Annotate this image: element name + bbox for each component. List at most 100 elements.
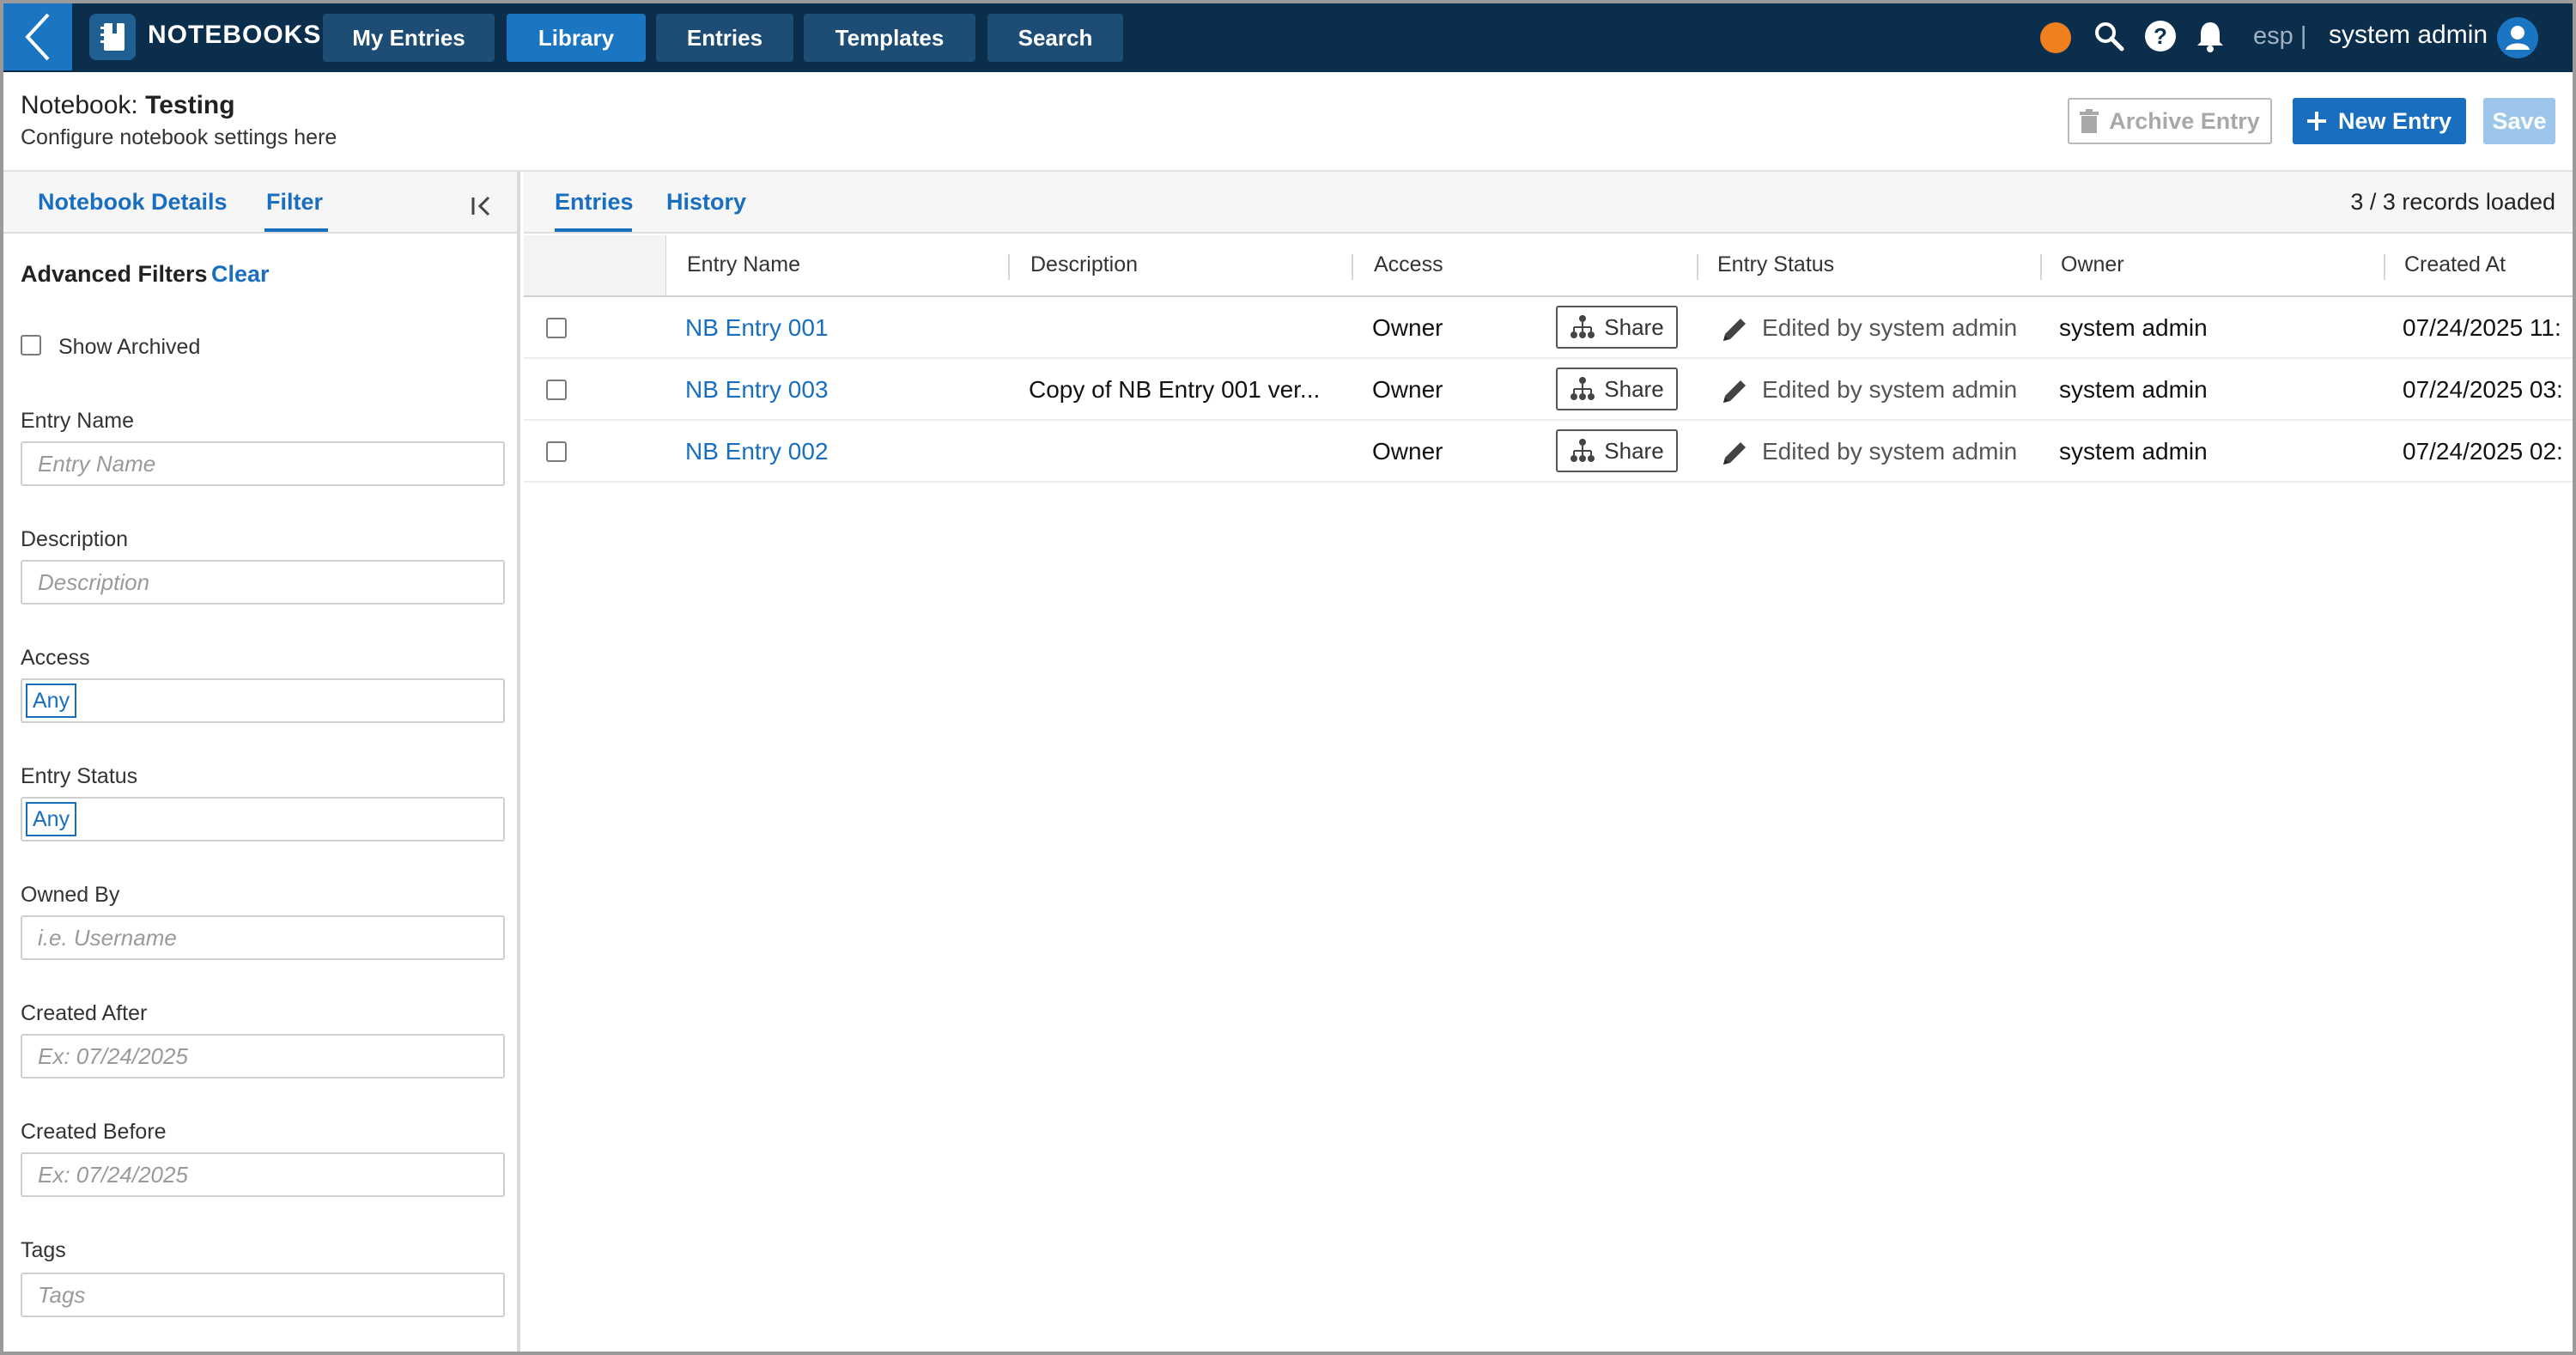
- column-separator[interactable]: [1352, 254, 1353, 280]
- active-tab-indicator: [264, 228, 328, 232]
- access-label: Access: [21, 646, 90, 670]
- new-entry-label: New Entry: [2337, 107, 2452, 134]
- created-before-label: Created Before: [21, 1120, 167, 1144]
- entry-name-link[interactable]: NB Entry 003: [685, 376, 829, 404]
- column-header-created-at[interactable]: Created At: [2404, 252, 2506, 277]
- column-header-entry-name[interactable]: Entry Name: [687, 252, 800, 277]
- svg-text:?: ?: [2154, 23, 2167, 49]
- entry-status: Edited by system admin: [1762, 314, 2018, 341]
- share-button[interactable]: Share: [1556, 368, 1678, 410]
- table-row[interactable]: NB Entry 002 Owner Share Edited by syste…: [524, 421, 2573, 483]
- pencil-icon: [1717, 313, 1752, 347]
- archive-entry-button[interactable]: Archive Entry: [2068, 98, 2272, 144]
- row-checkbox[interactable]: [546, 380, 567, 400]
- entry-access: Owner: [1372, 314, 1443, 341]
- nav-tab-my-entries[interactable]: My Entries: [323, 14, 495, 62]
- show-archived-checkbox[interactable]: [21, 335, 41, 355]
- tags-label: Tags: [21, 1238, 66, 1262]
- entry-name-link[interactable]: NB Entry 001: [685, 314, 829, 342]
- created-after-label: Created After: [21, 1001, 148, 1025]
- column-header-description[interactable]: Description: [1030, 252, 1138, 277]
- entry-status-label: Entry Status: [21, 764, 138, 788]
- language-switch[interactable]: esp |: [2253, 22, 2306, 51]
- window-frame: [2573, 0, 2576, 1355]
- user-name[interactable]: system admin: [2329, 21, 2488, 50]
- access-any-chip[interactable]: Any: [26, 684, 77, 718]
- entry-created-at: 07/24/2025 11:: [2403, 314, 2561, 341]
- created-after-input[interactable]: [21, 1034, 505, 1079]
- top-navigation-bar: NOTEBOOKS My Entries Library Entries Tem…: [0, 0, 2576, 72]
- page-subtitle: Configure notebook settings here: [21, 125, 337, 149]
- owned-by-label: Owned By: [21, 883, 120, 907]
- share-hierarchy-icon: [1571, 315, 1595, 338]
- save-button[interactable]: Save: [2483, 98, 2555, 144]
- back-button[interactable]: [3, 3, 72, 70]
- entry-name-link[interactable]: NB Entry 002: [685, 438, 829, 465]
- user-avatar-icon[interactable]: [2497, 17, 2538, 58]
- entry-owner: system admin: [2059, 314, 2208, 341]
- share-button[interactable]: Share: [1556, 306, 1678, 349]
- column-header-entry-status[interactable]: Entry Status: [1717, 252, 1834, 277]
- column-separator[interactable]: [2040, 254, 2042, 280]
- nav-tab-search[interactable]: Search: [987, 14, 1123, 62]
- app-name: NOTEBOOKS: [148, 21, 322, 49]
- share-hierarchy-icon: [1571, 377, 1595, 400]
- help-icon[interactable]: ?: [2143, 19, 2178, 53]
- table-row[interactable]: NB Entry 003 Copy of NB Entry 001 ver...…: [524, 359, 2573, 421]
- back-chevron-icon: [25, 13, 50, 61]
- created-before-input[interactable]: [21, 1152, 505, 1197]
- status-dot-icon[interactable]: [2040, 22, 2071, 53]
- main-tabs: Entries History 3 / 3 records loaded: [524, 172, 2573, 234]
- plus-icon: [2306, 112, 2326, 131]
- entry-created-at: 07/24/2025 02:: [2403, 438, 2563, 465]
- collapse-sidebar-icon[interactable]: [467, 191, 498, 222]
- entry-status-any-chip[interactable]: Any: [26, 802, 77, 836]
- search-icon[interactable]: [2092, 19, 2126, 53]
- filter-sidebar: Notebook Details Filter Advanced Filters…: [3, 172, 520, 1352]
- column-separator[interactable]: [1697, 254, 1698, 280]
- select-column-header: [524, 235, 666, 295]
- archive-entry-label: Archive Entry: [2109, 107, 2260, 134]
- share-label: Share: [1604, 437, 1664, 464]
- entry-owner: system admin: [2059, 438, 2208, 465]
- row-checkbox[interactable]: [546, 318, 567, 338]
- column-header-owner[interactable]: Owner: [2061, 252, 2124, 277]
- tab-history[interactable]: History: [666, 189, 746, 216]
- nav-tab-library[interactable]: Library: [507, 14, 646, 62]
- entry-status: Edited by system admin: [1762, 376, 2018, 403]
- column-separator[interactable]: [1008, 254, 1010, 280]
- owned-by-input[interactable]: [21, 915, 505, 960]
- table-row[interactable]: NB Entry 001 Owner Share Edited by syste…: [524, 297, 2573, 359]
- entry-status-select[interactable]: Any: [21, 797, 505, 842]
- nav-tab-entries[interactable]: Entries: [656, 14, 793, 62]
- entry-name-input[interactable]: [21, 441, 505, 486]
- entry-access: Owner: [1372, 376, 1443, 403]
- pencil-icon: [1717, 374, 1752, 409]
- column-separator[interactable]: [2384, 254, 2385, 280]
- trash-icon: [2080, 109, 2099, 133]
- page-title: Notebook: Testing: [21, 91, 235, 120]
- table-header: Entry Name Description Access Entry Stat…: [524, 235, 2573, 297]
- share-label: Share: [1604, 313, 1664, 340]
- column-header-access[interactable]: Access: [1374, 252, 1443, 277]
- tab-filter[interactable]: Filter: [266, 189, 323, 216]
- share-button[interactable]: Share: [1556, 429, 1678, 472]
- tab-entries[interactable]: Entries: [555, 189, 634, 216]
- tags-input[interactable]: [21, 1273, 505, 1317]
- description-input[interactable]: [21, 560, 505, 605]
- clear-filters-link[interactable]: Clear: [211, 261, 270, 288]
- notebook-label: Notebook:: [21, 91, 138, 119]
- new-entry-button[interactable]: New Entry: [2293, 98, 2466, 144]
- share-hierarchy-icon: [1571, 439, 1595, 462]
- tab-notebook-details[interactable]: Notebook Details: [38, 189, 228, 216]
- entry-access: Owner: [1372, 438, 1443, 465]
- nav-tab-templates[interactable]: Templates: [804, 14, 975, 62]
- window-frame: [0, 0, 3, 1355]
- entry-status: Edited by system admin: [1762, 438, 2018, 465]
- bell-icon[interactable]: [2193, 19, 2227, 53]
- show-archived-label: Show Archived: [58, 335, 201, 359]
- entry-owner: system admin: [2059, 376, 2208, 403]
- access-select[interactable]: Any: [21, 678, 505, 723]
- row-checkbox[interactable]: [546, 441, 567, 462]
- share-label: Share: [1604, 375, 1664, 402]
